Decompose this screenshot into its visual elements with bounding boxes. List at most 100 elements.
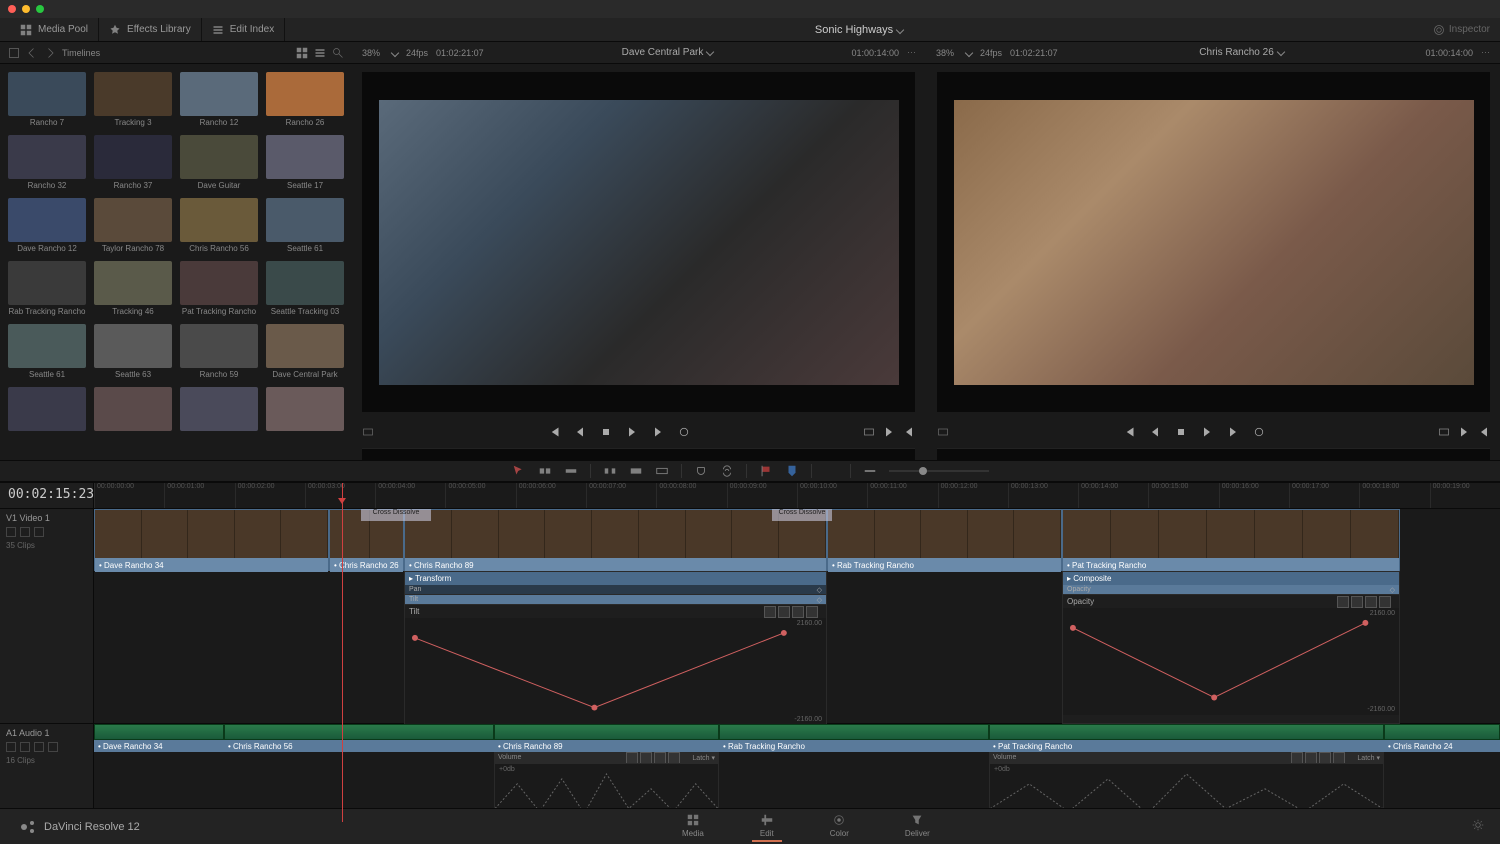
effects-library-tab[interactable]: Effects Library <box>99 18 202 41</box>
page-media[interactable]: Media <box>674 811 712 842</box>
kf-curve-btn[interactable] <box>778 606 790 618</box>
clip-item[interactable] <box>266 387 344 433</box>
clip-item[interactable]: Rancho 59 <box>180 324 258 379</box>
loop-icon[interactable] <box>1253 426 1265 438</box>
source-scrubber[interactable] <box>362 448 915 460</box>
next-frame-icon[interactable] <box>652 426 664 438</box>
page-color[interactable]: Color <box>822 811 857 842</box>
video-clip[interactable]: • Dave Rancho 34 <box>94 509 329 571</box>
clip-item[interactable]: Tracking 3 <box>94 72 172 127</box>
audio-clip[interactable]: • Dave Rancho 34 <box>94 724 224 820</box>
close-window-button[interactable] <box>8 5 16 13</box>
audio-clip[interactable]: • Chris Rancho 89VolumeLatch ▾+0db <box>494 724 719 820</box>
zoom-slider[interactable] <box>889 470 989 472</box>
timeline-viewer-frame[interactable] <box>954 100 1474 385</box>
keyframe-editor[interactable]: ▸ CompositeOpacity◇Opacity2160.00-2160.0… <box>1062 571 1400 724</box>
overwrite-icon[interactable] <box>629 464 643 478</box>
minimize-window-button[interactable] <box>22 5 30 13</box>
link-icon[interactable] <box>720 464 734 478</box>
audio-clip[interactable]: • Chris Rancho 24 <box>1384 724 1500 820</box>
flag-icon[interactable] <box>759 464 773 478</box>
keyframe-header[interactable]: ▸ Transform <box>405 572 826 585</box>
timeline-scrubber[interactable] <box>937 448 1490 460</box>
first-frame-icon[interactable] <box>548 426 560 438</box>
kf-curve-btn[interactable] <box>1351 596 1363 608</box>
clip-item[interactable] <box>8 387 86 433</box>
clip-item[interactable]: Rab Tracking Rancho <box>8 261 86 316</box>
playhead[interactable] <box>342 483 343 822</box>
kf-curve-btn[interactable] <box>1319 752 1331 764</box>
clip-item[interactable]: Seattle Tracking 03 <box>266 261 344 316</box>
kf-curve-btn[interactable] <box>1305 752 1317 764</box>
kf-curve-btn[interactable] <box>668 752 680 764</box>
audio-clip[interactable]: • Pat Tracking RanchoVolumeLatch ▾+0db <box>989 724 1384 820</box>
clip-item[interactable]: Rancho 32 <box>8 135 86 190</box>
clip-item[interactable]: Dave Central Park <box>266 324 344 379</box>
mark-in-icon[interactable] <box>883 426 895 438</box>
maximize-window-button[interactable] <box>36 5 44 13</box>
marker-icon[interactable] <box>785 464 799 478</box>
kf-curve-btn[interactable] <box>654 752 666 764</box>
video-track-header[interactable]: V1 Video 1 35 Clips <box>0 509 93 724</box>
trim-tool-icon[interactable] <box>538 464 552 478</box>
track-solo-icon[interactable] <box>34 742 44 752</box>
video-clip[interactable]: • Rab Tracking Rancho <box>827 509 1062 571</box>
timeline-zoom[interactable]: 38% <box>936 48 954 58</box>
keyframe-param-row[interactable]: Opacity◇ <box>1063 585 1399 595</box>
track-arm-icon[interactable] <box>48 742 58 752</box>
clip-item[interactable]: Rancho 7 <box>8 72 86 127</box>
kf-curve-btn[interactable] <box>792 606 804 618</box>
mark-in-icon[interactable] <box>1458 426 1470 438</box>
clip-item[interactable]: Dave Guitar <box>180 135 258 190</box>
page-deliver[interactable]: Deliver <box>897 811 938 842</box>
timeline-title[interactable]: Chris Rancho 26 <box>1066 47 1418 58</box>
prev-frame-icon[interactable] <box>1149 426 1161 438</box>
back-icon[interactable] <box>26 47 38 59</box>
kf-curve-btn[interactable] <box>1365 596 1377 608</box>
latch-mode[interactable]: Latch ▾ <box>692 754 715 762</box>
play-icon[interactable] <box>1201 426 1213 438</box>
thumbnail-view-icon[interactable] <box>296 47 308 59</box>
clip-item[interactable]: Seattle 17 <box>266 135 344 190</box>
kf-curve-btn[interactable] <box>1337 596 1349 608</box>
kf-curve-btn[interactable] <box>640 752 652 764</box>
project-title[interactable]: Sonic Highways <box>285 24 1433 36</box>
source-zoom[interactable]: 38% <box>362 48 380 58</box>
kf-curve-btn[interactable] <box>1291 752 1303 764</box>
media-pool-tab[interactable]: Media Pool <box>10 18 99 41</box>
inspector-tab[interactable]: Inspector <box>1433 24 1490 36</box>
next-frame-icon[interactable] <box>1227 426 1239 438</box>
audio-clip[interactable]: • Chris Rancho 56 <box>224 724 494 820</box>
keyframe-editor[interactable]: ▸ TransformPan◇Tilt◇Tilt2160.00-2160.00 <box>404 571 827 724</box>
razor-tool-icon[interactable] <box>564 464 578 478</box>
bin-list-icon[interactable] <box>8 47 20 59</box>
stop-icon[interactable] <box>600 426 612 438</box>
clip-item[interactable]: Rancho 37 <box>94 135 172 190</box>
track-mute-icon[interactable] <box>20 742 30 752</box>
track-auto-icon[interactable] <box>20 527 30 537</box>
transition[interactable]: Cross Dissolve <box>772 509 832 521</box>
clip-item[interactable]: Tracking 46 <box>94 261 172 316</box>
source-title[interactable]: Dave Central Park <box>492 47 844 58</box>
match-frame-icon[interactable] <box>1438 426 1450 438</box>
first-frame-icon[interactable] <box>1123 426 1135 438</box>
clip-item[interactable]: Seattle 63 <box>94 324 172 379</box>
list-view-icon[interactable] <box>314 47 326 59</box>
page-edit[interactable]: Edit <box>752 811 782 842</box>
video-track[interactable]: • Dave Rancho 34• Chris Rancho 26• Chris… <box>94 509 1500 724</box>
breadcrumb[interactable]: Timelines <box>62 48 100 58</box>
clip-item[interactable] <box>94 387 172 433</box>
clip-item[interactable]: Taylor Rancho 78 <box>94 198 172 253</box>
timeline-ruler[interactable]: 00:00:00:0000:00:01:0000:00:02:0000:00:0… <box>94 483 1500 509</box>
snap-icon[interactable] <box>694 464 708 478</box>
forward-icon[interactable] <box>44 47 56 59</box>
edit-index-tab[interactable]: Edit Index <box>202 18 285 41</box>
insert-icon[interactable] <box>603 464 617 478</box>
keyframe-param-row[interactable]: Tilt◇ <box>405 595 826 605</box>
video-clip[interactable]: • Pat Tracking Rancho <box>1062 509 1400 571</box>
kf-curve-btn[interactable] <box>806 606 818 618</box>
play-icon[interactable] <box>626 426 638 438</box>
stop-icon[interactable] <box>1175 426 1187 438</box>
prev-frame-icon[interactable] <box>574 426 586 438</box>
clip-item[interactable]: Rancho 12 <box>180 72 258 127</box>
